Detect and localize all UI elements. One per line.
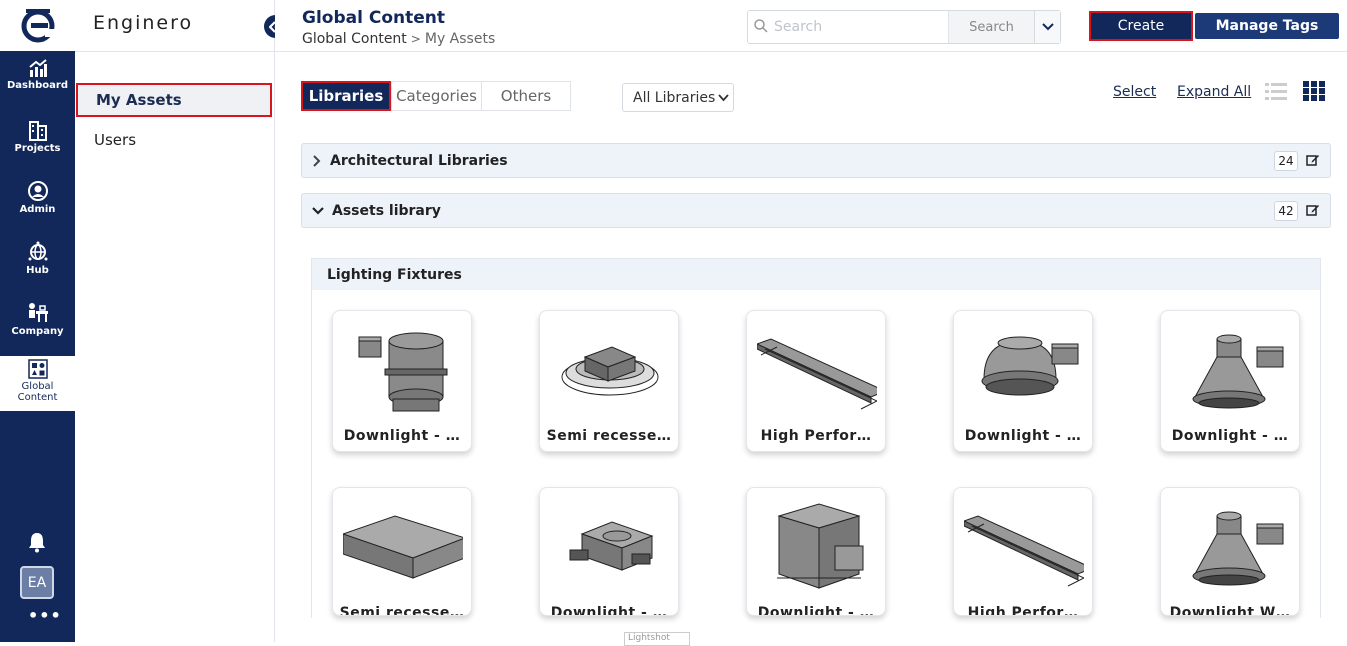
tab-others[interactable]: Others [481,81,571,111]
rail-item-hub[interactable]: Hub [0,241,75,299]
grid-view-button[interactable] [1303,81,1325,105]
edit-icon[interactable] [1306,203,1320,217]
buildings-icon [28,121,47,141]
asset-name: Semi recesse… [546,428,672,444]
breadcrumb-link[interactable]: Global Content [302,31,407,47]
chevron-right-icon [313,154,321,167]
rail-label: Hub [26,265,49,276]
asset-thumbnail [550,496,670,596]
grid-icon [1303,81,1325,101]
library-row-assets[interactable]: Assets library 42 [301,193,1331,228]
asset-card[interactable]: Semi recesse… [539,310,679,452]
search-button[interactable]: Search [948,11,1034,43]
rail-label: Admin [19,204,56,215]
notifications-button[interactable] [27,531,47,557]
sidebar-divider [75,51,275,52]
company-icon [28,303,48,322]
rail-item-admin[interactable]: Admin [0,180,75,238]
breadcrumb-current: My Assets [424,31,496,47]
asset-thumbnail [962,496,1092,596]
lightshot-tooltip: Lightshot [624,632,690,646]
asset-name: Semi recesse… [339,605,465,616]
asset-name: High Perfor… [760,428,872,444]
search-bar: Search [747,10,1061,44]
select-link[interactable]: Select [1113,84,1156,100]
globe-hub-icon [28,241,47,261]
search-input[interactable] [748,11,948,43]
asset-card[interactable]: Downlight - … [1160,310,1300,452]
library-count-badge: 42 [1274,201,1298,221]
asset-card[interactable]: Semi recesse… [332,487,472,616]
asset-name: Downlight W… [1169,605,1291,616]
filter-value: All Libraries [633,89,716,106]
rail-label: Company [11,326,64,337]
chevron-down-icon [718,93,729,101]
asset-thumbnail [757,496,877,596]
asset-name: Downlight - … [757,605,875,616]
nav-rail: Dashboard Projects Admin Hub Company Glo… [0,0,75,642]
asset-card[interactable]: Downlight W… [1160,487,1300,616]
asset-thumbnail [1171,319,1291,419]
tab-categories[interactable]: Categories [391,81,481,111]
asset-card[interactable]: Downlight - … [332,310,472,452]
sidebar-item-users[interactable]: Users [76,123,272,157]
breadcrumb-separator: > [410,32,421,46]
library-name: Assets library [332,202,441,219]
app-logo[interactable] [0,0,75,51]
library-name: Architectural Libraries [330,152,508,169]
page-title: Global Content [302,8,445,28]
bell-icon [29,533,45,553]
asset-thumbnail [343,319,463,419]
asset-name: Downlight - … [1171,428,1289,444]
asset-thumbnail [550,319,670,419]
enginero-logo-icon [21,8,55,42]
tab-libraries[interactable]: Libraries [301,81,391,111]
edit-icon[interactable] [1306,153,1320,167]
sidebar-item-label: My Assets [96,91,182,109]
asset-thumbnail [1171,496,1291,596]
asset-name: High Perfor… [967,605,1079,616]
chevron-down-icon [312,206,324,215]
asset-name: Downlight - … [343,428,461,444]
asset-thumbnail [341,496,467,596]
brand-name: Enginero [93,12,194,34]
search-options-dropdown[interactable] [1034,11,1060,43]
more-icon[interactable]: ••• [28,606,62,625]
asset-card[interactable]: Downlight - … [746,487,886,616]
asset-card[interactable]: High Perfor… [746,310,886,452]
asset-thumbnail [755,319,885,419]
search-icon [754,19,768,33]
chart-up-icon [28,59,47,77]
create-button[interactable]: Create [1089,11,1193,41]
manage-tags-button[interactable]: Manage Tags [1195,13,1339,39]
asset-name: Downlight - … [550,605,668,616]
sidebar-item-label: Users [94,131,137,149]
list-icon [1265,83,1287,100]
rail-item-company[interactable]: Company [0,302,75,360]
category-header[interactable]: Lighting Fixtures [312,259,1320,290]
rail-label: Global Content [17,381,58,403]
asset-card[interactable]: High Perfor… [953,487,1093,616]
rail-label: Projects [14,143,61,154]
grid-shapes-icon [27,359,48,379]
rail-item-dashboard[interactable]: Dashboard [0,58,75,116]
library-filter-select[interactable]: All Libraries [622,83,734,112]
sidebar-item-my-assets[interactable]: My Assets [76,83,272,117]
asset-card[interactable]: Downlight - … [539,487,679,616]
rail-item-projects[interactable]: Projects [0,119,75,177]
library-count-badge: 24 [1274,151,1298,171]
view-tabs: Libraries Categories Others [301,81,571,112]
avatar[interactable]: EA [20,566,54,599]
asset-card[interactable]: Downlight - … [953,310,1093,452]
rail-label: Dashboard [7,80,68,91]
asset-thumbnail [964,319,1084,419]
expand-all-link[interactable]: Expand All [1177,84,1251,100]
list-view-button[interactable] [1265,81,1287,105]
breadcrumb: Global Content > My Assets [302,31,495,47]
asset-name: Downlight - … [964,428,1082,444]
rail-item-global-content[interactable]: Global Content [0,356,75,411]
library-row-architectural[interactable]: Architectural Libraries 24 [301,143,1331,178]
user-circle-icon [27,181,48,201]
chevron-down-icon [1041,23,1054,31]
